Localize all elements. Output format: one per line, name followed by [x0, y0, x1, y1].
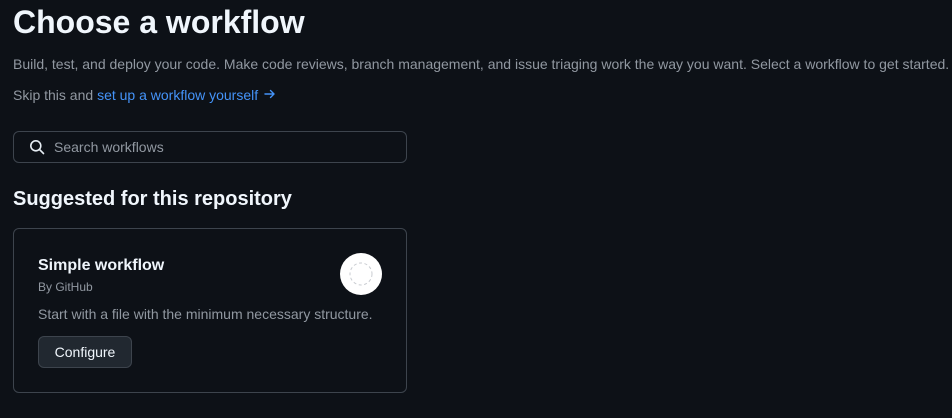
- page-title: Choose a workflow: [13, 4, 305, 40]
- dashed-circle-logo-icon: [340, 253, 382, 295]
- workflow-card-title: Simple workflow: [38, 257, 165, 274]
- workflow-card-description: Start with a file with the minimum neces…: [38, 306, 373, 322]
- suggested-section-title: Suggested for this repository: [13, 188, 292, 210]
- skip-prefix-text: Skip this and: [13, 87, 94, 103]
- workflow-card-simple: Simple workflow By GitHub Start with a f…: [13, 228, 407, 393]
- choose-workflow-page: Choose a workflow Build, test, and deplo…: [0, 0, 952, 418]
- search-icon: [29, 139, 45, 155]
- setup-workflow-link-label: set up a workflow yourself: [97, 87, 259, 103]
- configure-button[interactable]: Configure: [38, 336, 132, 368]
- setup-workflow-yourself-link[interactable]: set up a workflow yourself: [97, 87, 278, 103]
- workflow-card-author: By GitHub: [38, 280, 93, 294]
- page-description: Build, test, and deploy your code. Make …: [13, 56, 950, 72]
- arrow-right-icon: [262, 86, 278, 106]
- search-workflows-input[interactable]: [54, 132, 394, 162]
- search-workflows-field[interactable]: [13, 131, 407, 163]
- skip-line: Skip this and set up a workflow yourself: [13, 86, 278, 106]
